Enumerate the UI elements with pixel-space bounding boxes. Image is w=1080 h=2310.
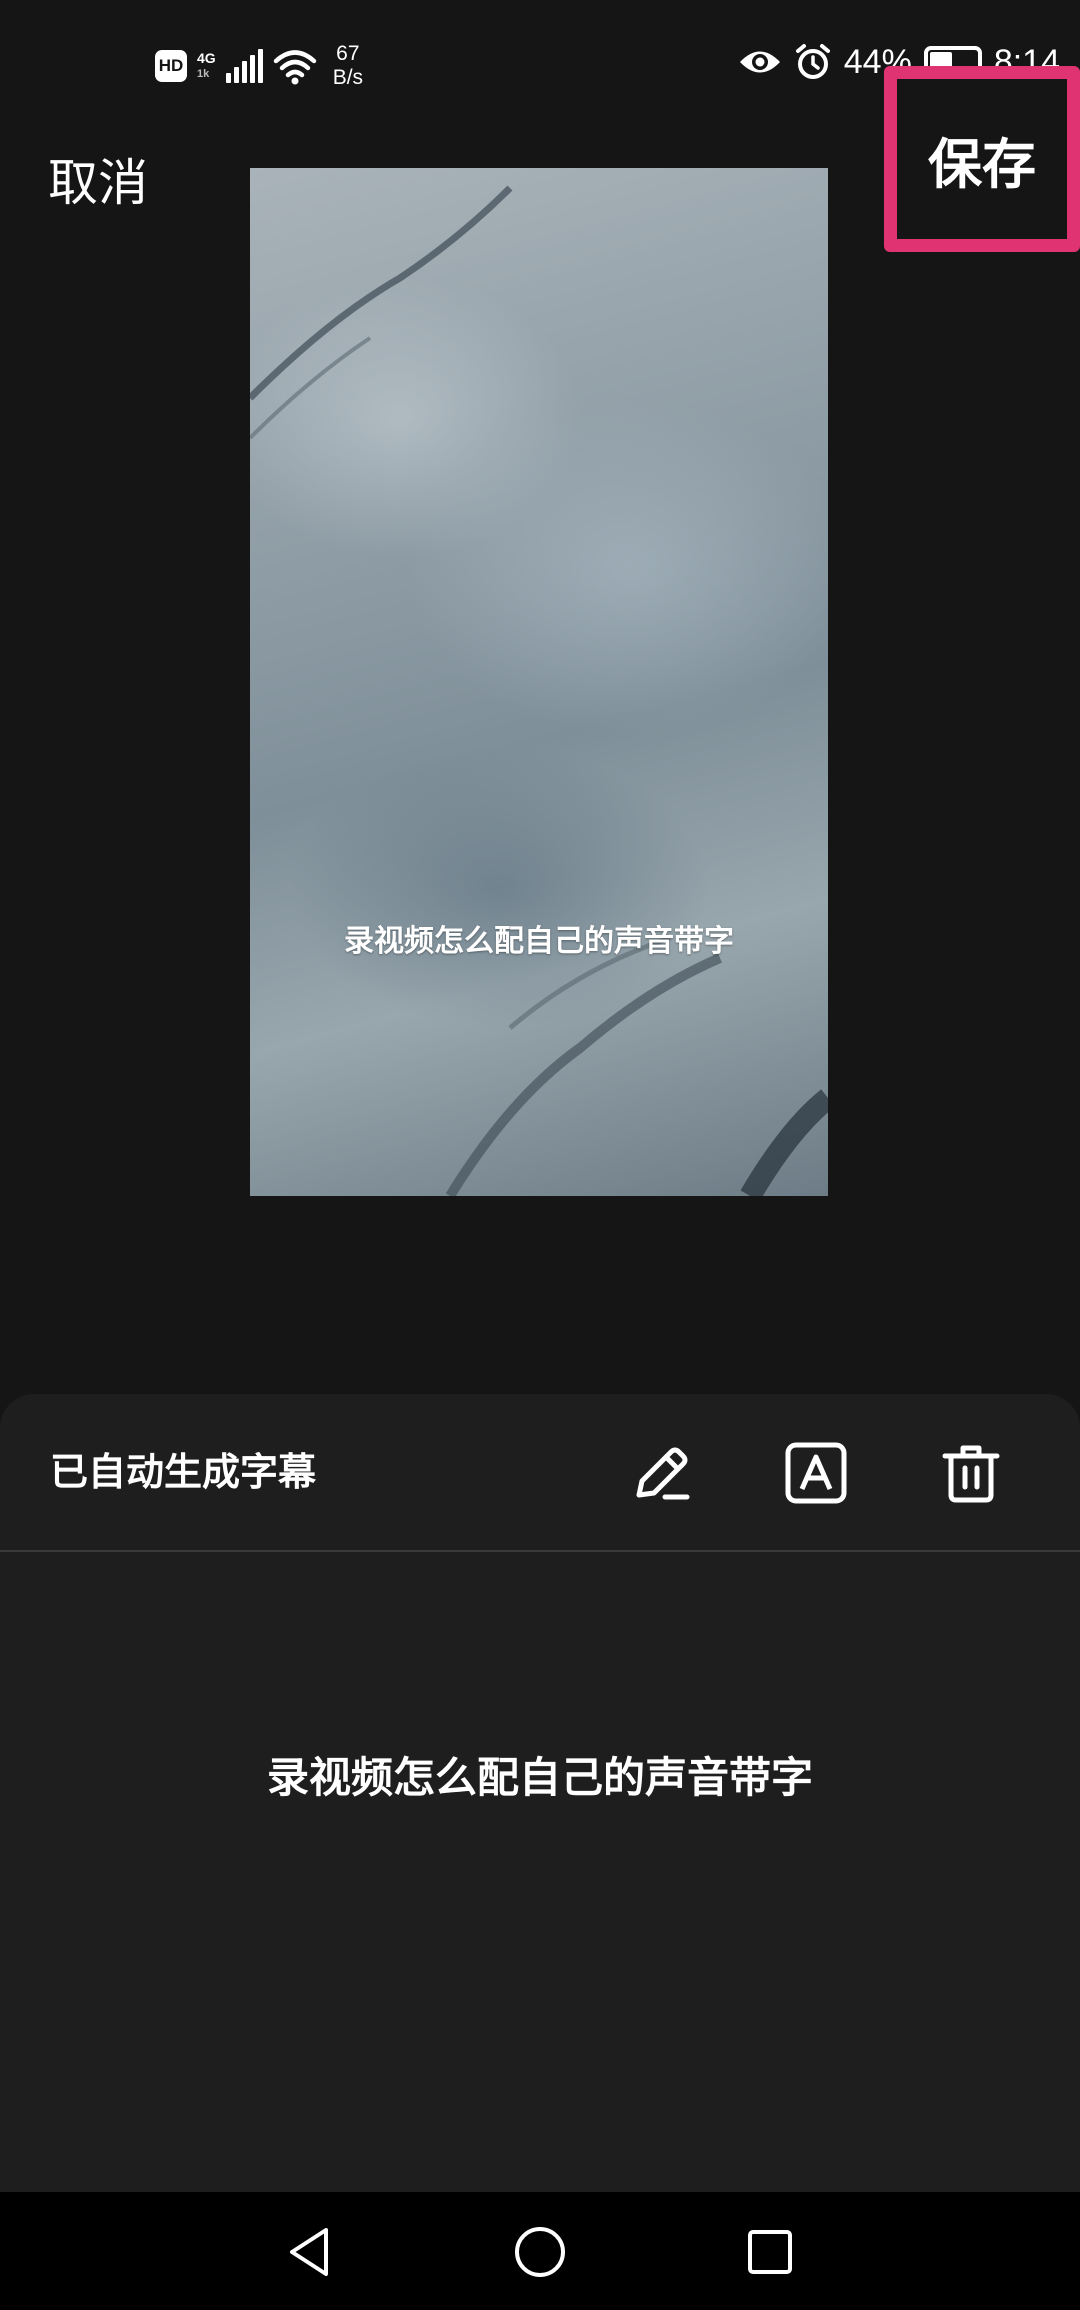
- home-button[interactable]: [508, 2220, 572, 2284]
- save-button[interactable]: 保存: [884, 66, 1080, 252]
- subtitle-panel-header: 已自动生成字幕: [0, 1394, 1080, 1552]
- alarm-icon: [795, 44, 830, 79]
- back-icon: [290, 2228, 328, 2276]
- delete-trash-icon: [942, 1445, 1000, 1503]
- back-button[interactable]: [278, 2220, 342, 2284]
- edit-button[interactable]: [626, 1438, 696, 1508]
- edit-pencil-icon: [636, 1447, 690, 1500]
- cancel-button[interactable]: 取消: [48, 150, 148, 216]
- network-type: 4G 1k: [197, 50, 216, 82]
- text-style-button[interactable]: [781, 1438, 851, 1508]
- home-icon: [515, 2227, 565, 2277]
- navigation-bar: [0, 2192, 1080, 2310]
- hd-badge: HD: [155, 50, 187, 82]
- subtitle-panel: 已自动生成字幕 录视频怎么配自己的声音带字: [0, 1394, 1080, 2192]
- text-style-icon: [785, 1442, 847, 1504]
- network-sub-label: 1k: [197, 68, 210, 80]
- screen: HD 4G 1k 67 B/s 44% 8:14 取消 保存 录视频怎么配自己的…: [0, 0, 1080, 2310]
- wifi-icon: [273, 50, 316, 85]
- network-speed-value: 67: [336, 42, 360, 65]
- status-bar-left: HD 4G 1k 67 B/s: [155, 36, 363, 96]
- signal-icon: [225, 49, 263, 83]
- subtitle-text[interactable]: 录视频怎么配自己的声音带字: [0, 1744, 1080, 1805]
- network-speed-unit: B/s: [332, 66, 364, 89]
- video-texture: [250, 185, 828, 1196]
- delete-button[interactable]: [936, 1438, 1006, 1508]
- network-speed: 67 B/s: [333, 42, 363, 90]
- subtitle-panel-title: 已自动生成字幕: [50, 1450, 317, 1494]
- network-type-label: 4G: [197, 50, 216, 66]
- eye-icon: [739, 51, 780, 73]
- recents-icon: [748, 2230, 792, 2274]
- video-preview[interactable]: 录视频怎么配自己的声音带字: [250, 168, 828, 1196]
- recents-button[interactable]: [738, 2220, 802, 2284]
- video-caption: 录视频怎么配自己的声音带字: [344, 924, 734, 959]
